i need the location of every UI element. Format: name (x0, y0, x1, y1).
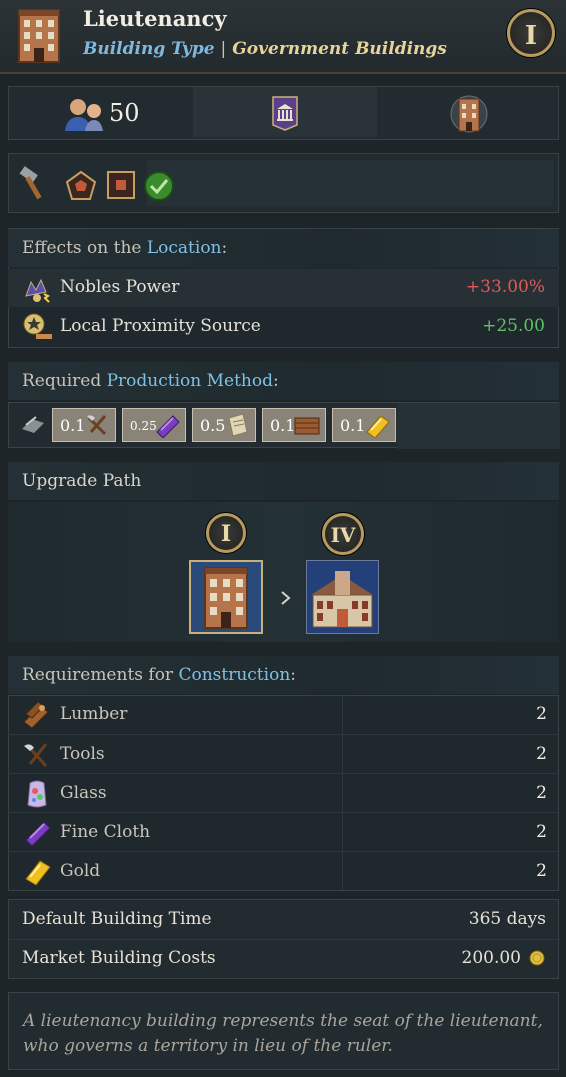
upgrade-next-building[interactable] (306, 560, 379, 634)
production-heading-prefix: Required (22, 371, 107, 391)
production-heading-suffix: : (272, 371, 279, 391)
gold-icon (366, 415, 390, 438)
glass-icon (27, 780, 47, 808)
pm-input-gold[interactable]: 0.1 (332, 408, 396, 442)
requirement-label: Tools (60, 744, 105, 764)
effect-value: +25.00 (482, 316, 545, 336)
requirement-row[interactable]: Gold 2 (8, 851, 559, 891)
building-type-link[interactable]: Building Type (83, 39, 215, 59)
pm-input-tools[interactable]: 0.1 (52, 408, 116, 442)
requirement-value: 2 (536, 822, 547, 842)
tooltip-header: Lieutenancy Building Type | Government Bui… (0, 0, 566, 74)
production-heading: Required Production Method: (8, 362, 559, 400)
green-check-icon[interactable] (143, 170, 175, 202)
requirement-label: Glass (60, 783, 107, 803)
requirement-row[interactable]: Fine Cloth 2 (8, 812, 559, 852)
government-building-icon (272, 96, 298, 131)
construction-heading-prefix: Requirements for (22, 665, 179, 685)
requirement-row[interactable]: Lumber 2 (8, 695, 559, 734)
lumber-icon (23, 701, 49, 728)
effect-row[interactable]: Local Proximity Source +25.00 (8, 308, 559, 346)
tools-icon (87, 415, 107, 436)
building-subtitle: Building Type | Government Buildings (83, 39, 447, 59)
subtitle-separator: | (220, 39, 227, 59)
next-tier-building-icon (311, 571, 373, 628)
production-method-link[interactable]: Production Method (107, 371, 273, 391)
population-cell[interactable]: 50 (9, 87, 193, 137)
location-link[interactable]: Location (147, 238, 222, 258)
pm-input-amount: 0.1 (340, 416, 366, 435)
production-method-icon[interactable] (20, 413, 46, 437)
upgrade-panel (8, 502, 559, 642)
construction-link[interactable]: Construction (178, 665, 290, 685)
hammer-icon[interactable] (17, 166, 51, 200)
requirement-row[interactable]: Tools 2 (8, 734, 559, 774)
proximity-source-icon (23, 313, 52, 339)
effects-heading: Effects on the Location: (8, 229, 559, 267)
building-title: Lieutenancy (83, 6, 227, 31)
costs-divider (9, 939, 560, 940)
building-small-icon (450, 95, 488, 133)
effect-label: Local Proximity Source (60, 316, 261, 336)
pentagon-icon[interactable] (65, 170, 97, 202)
lieutenancy-building-icon (204, 567, 248, 629)
tags-strip (147, 160, 553, 206)
requirement-value: 2 (536, 861, 547, 881)
building-type-cell[interactable] (377, 87, 560, 137)
square-icon[interactable] (106, 170, 136, 200)
requirement-label: Gold (60, 861, 101, 881)
gold-icon (25, 860, 51, 886)
pm-input-lumber[interactable]: 0.1 (262, 408, 326, 442)
pm-input-amount: 0.5 (200, 416, 226, 435)
tier-badge: I (507, 9, 555, 57)
building-description: A lieutenancy building represents the se… (23, 1011, 543, 1056)
category-cell[interactable] (193, 87, 377, 137)
pm-input-fine-cloth[interactable]: 0.25 (122, 408, 186, 442)
building-time-label: Default Building Time (22, 909, 212, 929)
pm-input-amount: 0.1 (270, 416, 296, 435)
stats-bar: 50 (8, 86, 559, 140)
coin-icon (529, 950, 545, 966)
upgrade-current-building[interactable] (189, 560, 263, 634)
paper-icon (228, 413, 248, 437)
population-icon (65, 98, 103, 131)
upgrade-from-tier: I (206, 513, 246, 553)
requirement-row[interactable]: Glass 2 (8, 773, 559, 813)
construction-heading-suffix: : (290, 665, 296, 685)
building-icon (16, 6, 62, 64)
upgrade-to-tier: IV (322, 513, 364, 555)
description-panel: A lieutenancy building represents the se… (8, 992, 559, 1070)
pm-input-paper[interactable]: 0.5 (192, 408, 256, 442)
fine-cloth-icon (25, 821, 51, 846)
nobles-power-icon (25, 278, 50, 303)
market-cost-value: 200.00 (461, 948, 521, 968)
fine-cloth-icon (156, 415, 180, 438)
construction-heading: Requirements for Construction: (8, 656, 559, 694)
tags-row (8, 153, 559, 213)
tools-icon (24, 743, 48, 768)
upgrade-heading: Upgrade Path (8, 462, 559, 500)
requirement-value: 2 (536, 704, 547, 724)
effect-value: +33.00% (465, 277, 545, 297)
population-value: 50 (109, 99, 140, 127)
effect-row[interactable]: Nobles Power +33.00% (8, 269, 559, 307)
requirement-value: 2 (536, 783, 547, 803)
upgrade-heading-text: Upgrade Path (22, 471, 142, 491)
requirement-label: Lumber (60, 704, 128, 724)
building-time-value: 365 days (468, 909, 546, 929)
market-cost-label: Market Building Costs (22, 948, 216, 968)
effect-label: Nobles Power (60, 277, 180, 297)
production-empty-space (397, 403, 560, 449)
effects-heading-prefix: Effects on the (22, 238, 147, 258)
lumber-icon (294, 417, 320, 435)
chevron-right-icon (281, 591, 291, 605)
requirement-label: Fine Cloth (60, 822, 151, 842)
pm-input-amount: 0.1 (60, 416, 86, 435)
building-category-link[interactable]: Government Buildings (232, 39, 447, 59)
effects-heading-suffix: : (221, 238, 228, 258)
requirement-value: 2 (536, 744, 547, 764)
